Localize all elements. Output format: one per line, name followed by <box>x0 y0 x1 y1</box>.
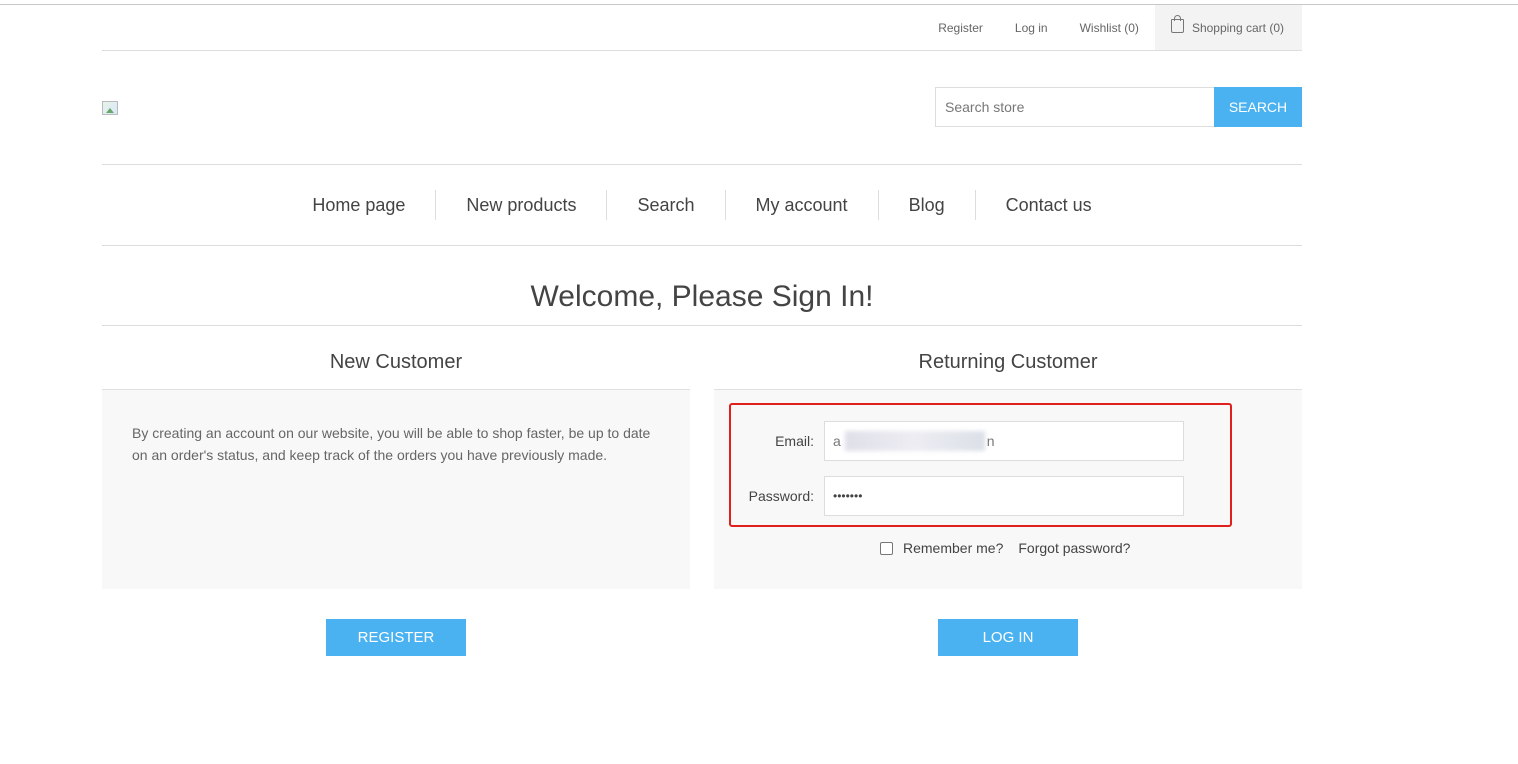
login-button[interactable]: LOG IN <box>938 619 1078 656</box>
header-register-link[interactable]: Register <box>922 5 999 50</box>
page-container: Register Log in Wishlist (0) Shopping ca… <box>102 5 1302 656</box>
password-value: ••••••• <box>833 489 863 503</box>
search-box: SEARCH <box>935 87 1302 127</box>
email-label: Email: <box>775 433 814 449</box>
returning-customer-title: Returning Customer <box>714 326 1302 390</box>
register-button-cell: REGISTER <box>102 619 690 656</box>
search-input[interactable] <box>935 87 1214 127</box>
email-row: Email: a n <box>714 421 1184 461</box>
header-lower: SEARCH <box>102 51 1302 165</box>
shopping-cart-label: Shopping cart (0) <box>1191 20 1284 35</box>
password-row: Password: ••••••• <box>714 476 1184 516</box>
header-links: Register Log in Wishlist (0) Shopping ca… <box>102 5 1302 51</box>
menu-item-search[interactable]: Search <box>606 190 724 220</box>
customer-blocks: New Customer By creating an account on o… <box>102 326 1302 589</box>
email-value-end: n <box>986 433 995 449</box>
new-customer-title: New Customer <box>102 326 690 390</box>
main-menu: Home page New products Search My account… <box>102 165 1302 246</box>
page-title: Welcome, Please Sign In! <box>102 246 1302 326</box>
new-customer-block: New Customer By creating an account on o… <box>102 326 690 589</box>
header-login-link[interactable]: Log in <box>999 5 1064 50</box>
remember-me-label[interactable]: Remember me? <box>903 540 1003 556</box>
returning-customer-block: Returning Customer Email: a n Password: … <box>714 326 1302 589</box>
login-button-cell: LOG IN <box>714 619 1302 656</box>
password-label: Password: <box>748 488 814 504</box>
shopping-cart-link[interactable]: Shopping cart (0) <box>1154 5 1302 50</box>
email-redaction-blur <box>844 431 985 451</box>
email-value-start: a <box>833 433 841 449</box>
new-customer-text: By creating an account on our website, y… <box>132 425 651 463</box>
store-logo[interactable] <box>102 101 118 115</box>
returning-customer-body: Email: a n Password: ••••••• Remember me… <box>714 390 1302 589</box>
register-button[interactable]: REGISTER <box>326 619 466 656</box>
menu-item-home[interactable]: Home page <box>282 190 435 220</box>
new-customer-body: By creating an account on our website, y… <box>102 390 690 589</box>
search-button[interactable]: SEARCH <box>1214 87 1302 127</box>
shopping-bag-icon <box>1170 14 1184 33</box>
menu-item-new-products[interactable]: New products <box>435 190 606 220</box>
forgot-password-link[interactable]: Forgot password? <box>1018 540 1130 556</box>
action-buttons: REGISTER LOG IN <box>102 619 1302 656</box>
remember-me-checkbox[interactable] <box>880 541 893 555</box>
email-field[interactable]: a n <box>824 421 1184 461</box>
menu-item-blog[interactable]: Blog <box>877 190 975 220</box>
menu-item-my-account[interactable]: My account <box>724 190 878 220</box>
login-options: Remember me? Forgot password? <box>880 540 1130 556</box>
header-wishlist-link[interactable]: Wishlist (0) <box>1064 5 1155 50</box>
password-field[interactable]: ••••••• <box>824 476 1184 516</box>
menu-item-contact-us[interactable]: Contact us <box>974 190 1122 220</box>
